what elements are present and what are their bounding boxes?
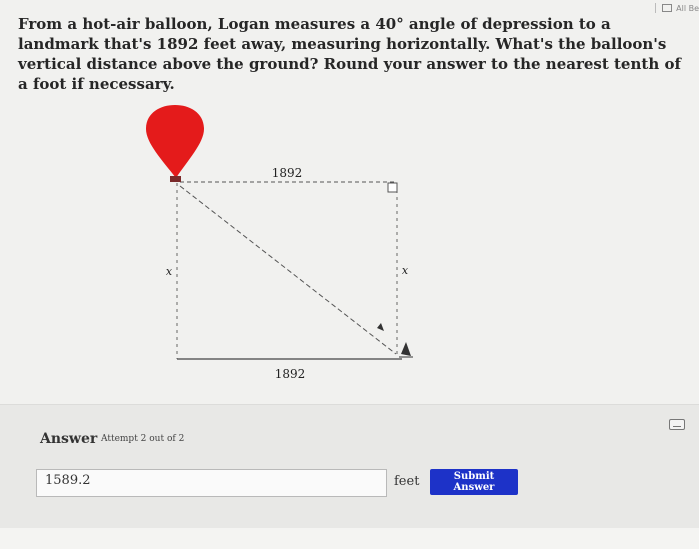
answer-panel: Answer Attempt 2 out of 2 1589.2 feet Su… (0, 404, 699, 529)
left-height-label: x (166, 265, 173, 278)
bottom-distance-label: 1892 (275, 367, 306, 381)
line-of-sight (179, 185, 397, 355)
top-distance-label: 1892 (272, 166, 303, 180)
geometry-diagram: 1892 1892 x x (146, 105, 413, 381)
attempt-counter: Attempt 2 out of 2 (101, 434, 185, 444)
balloon-icon (146, 105, 204, 182)
keyboard-icon[interactable] (669, 419, 685, 430)
sight-arrow (377, 323, 384, 331)
answer-label: Answer (40, 431, 98, 447)
landmark-icon (401, 342, 411, 356)
answer-input[interactable]: 1589.2 (36, 469, 387, 497)
bottom-strip (0, 528, 699, 549)
submit-answer-button[interactable]: Submit Answer (430, 469, 518, 495)
right-angle-marker (387, 182, 398, 193)
unit-label: feet (394, 474, 420, 489)
right-height-label: x (402, 264, 409, 277)
